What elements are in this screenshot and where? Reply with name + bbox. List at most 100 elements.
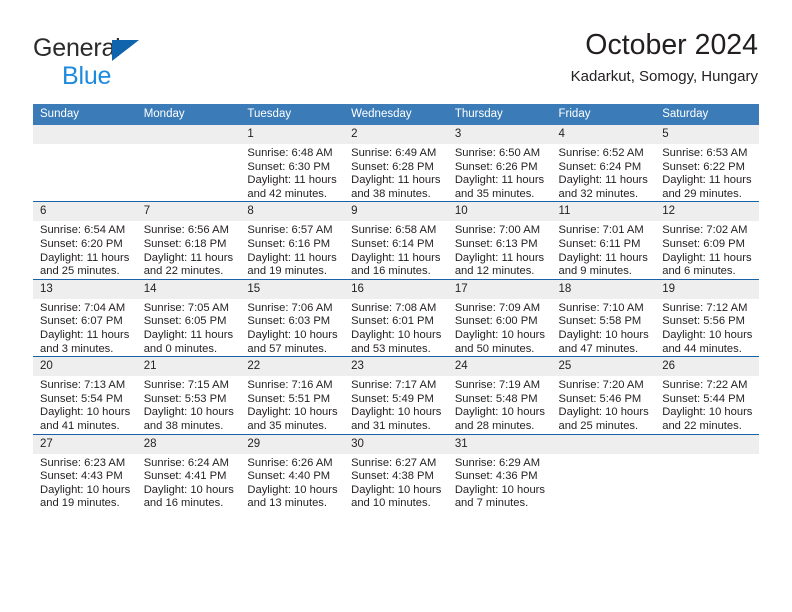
calendar-week-row: 13 Sunrise: 7:04 AM Sunset: 6:07 PM Dayligh… bbox=[33, 278, 759, 357]
sunset-text: Sunset: 6:18 PM bbox=[143, 237, 227, 250]
calendar-day-cell[interactable]: 30 Sunrise: 6:27 AM Sunset: 4:38 PM Dayligh… bbox=[344, 433, 448, 511]
calendar-day: 30 Sunrise: 6:27 AM Sunset: 4:38 PM Dayligh… bbox=[344, 434, 448, 511]
calendar-day-cell[interactable]: 8 Sunrise: 6:57 AM Sunset: 6:16 PM Daylight… bbox=[240, 201, 345, 280]
calendar-day-cell[interactable] bbox=[551, 433, 656, 511]
daylight-text: Daylight: 11 hours and 19 minutes. bbox=[247, 251, 337, 278]
sunrise-text: Sunrise: 6:24 AM bbox=[143, 456, 229, 469]
day-number: 20 bbox=[33, 357, 137, 377]
calendar-day-cell[interactable]: 28 Sunrise: 6:24 AM Sunset: 4:41 PM Dayligh… bbox=[136, 433, 241, 511]
calendar-day-cell[interactable]: 25 Sunrise: 7:20 AM Sunset: 5:46 PM Dayligh… bbox=[551, 356, 656, 434]
sunset-text: Sunset: 5:46 PM bbox=[558, 392, 642, 405]
sunrise-text: Sunrise: 7:05 AM bbox=[143, 301, 229, 314]
day-details: Sunrise: 6:23 AM Sunset: 4:43 PM Daylight:… bbox=[33, 454, 137, 511]
calendar-day-cell[interactable]: 3 Sunrise: 6:50 AM Sunset: 6:26 PM Daylight… bbox=[447, 125, 552, 202]
calendar-day-cell[interactable]: 13 Sunrise: 7:04 AM Sunset: 6:07 PM Dayligh… bbox=[33, 278, 137, 357]
daylight-text: Daylight: 10 hours and 41 minutes. bbox=[40, 406, 131, 432]
calendar-day-cell[interactable]: 20 Sunrise: 7:13 AM Sunset: 5:54 PM Dayligh… bbox=[33, 356, 137, 434]
weekday-header-monday: Monday bbox=[136, 104, 241, 125]
day-details: Sunrise: 7:20 AM Sunset: 5:46 PM Daylight:… bbox=[552, 376, 656, 433]
day-number: 3 bbox=[447, 125, 552, 144]
sunset-text: Sunset: 6:09 PM bbox=[662, 237, 745, 250]
calendar-day-cell[interactable] bbox=[655, 433, 759, 511]
sunset-text: Sunset: 5:49 PM bbox=[351, 392, 434, 405]
calendar-day-cell[interactable]: 24 Sunrise: 7:19 AM Sunset: 5:48 PM Dayligh… bbox=[447, 356, 552, 434]
day-details: Sunrise: 7:22 AM Sunset: 5:44 PM Daylight:… bbox=[655, 376, 759, 433]
sunset-text: Sunset: 6:11 PM bbox=[558, 237, 641, 250]
day-number bbox=[551, 434, 656, 454]
calendar-day-cell[interactable]: 2 Sunrise: 6:49 AM Sunset: 6:28 PM Daylight… bbox=[344, 125, 448, 202]
sunset-text: Sunset: 5:53 PM bbox=[143, 392, 227, 405]
calendar-day-cell[interactable]: 31 Sunrise: 6:29 AM Sunset: 4:36 PM Dayligh… bbox=[447, 433, 552, 511]
calendar-day-cell[interactable]: 17 Sunrise: 7:09 AM Sunset: 6:00 PM Dayligh… bbox=[447, 278, 552, 357]
sunset-text: Sunset: 4:38 PM bbox=[351, 470, 434, 483]
daylight-text: Daylight: 11 hours and 0 minutes. bbox=[143, 328, 234, 355]
calendar-day: 20 Sunrise: 7:13 AM Sunset: 5:54 PM Dayligh… bbox=[33, 357, 137, 434]
day-number: 23 bbox=[344, 357, 448, 377]
sunset-text: Sunset: 6:26 PM bbox=[454, 160, 538, 173]
sunset-text: Sunset: 6:00 PM bbox=[454, 315, 538, 328]
sunset-text: Sunset: 5:56 PM bbox=[662, 315, 745, 328]
calendar-day-cell[interactable]: 23 Sunrise: 7:17 AM Sunset: 5:49 PM Dayligh… bbox=[344, 356, 448, 434]
calendar-day-empty bbox=[33, 125, 137, 202]
sunset-text: Sunset: 5:54 PM bbox=[40, 392, 123, 405]
sunset-text: Sunset: 6:28 PM bbox=[351, 160, 434, 173]
day-number: 11 bbox=[551, 202, 656, 222]
sunrise-text: Sunrise: 6:27 AM bbox=[351, 456, 437, 469]
calendar-day-cell[interactable]: 5 Sunrise: 6:53 AM Sunset: 6:22 PM Daylight… bbox=[655, 125, 759, 202]
calendar-day-cell[interactable]: 18 Sunrise: 7:10 AM Sunset: 5:58 PM Dayligh… bbox=[551, 278, 656, 357]
day-number: 26 bbox=[655, 357, 759, 377]
calendar-week-row: 6 Sunrise: 6:54 AM Sunset: 6:20 PM Daylight… bbox=[33, 201, 759, 280]
sunrise-text: Sunrise: 7:01 AM bbox=[558, 224, 644, 237]
day-details: Sunrise: 7:17 AM Sunset: 5:49 PM Daylight:… bbox=[344, 376, 448, 433]
sunrise-text: Sunrise: 6:29 AM bbox=[454, 456, 541, 469]
day-details: Sunrise: 7:10 AM Sunset: 5:58 PM Daylight:… bbox=[552, 299, 656, 356]
day-number: 5 bbox=[655, 125, 759, 144]
day-number: 17 bbox=[447, 279, 552, 299]
day-details: Sunrise: 7:12 AM Sunset: 5:56 PM Daylight:… bbox=[655, 299, 759, 356]
calendar-day-cell[interactable]: 14 Sunrise: 7:05 AM Sunset: 6:05 PM Dayligh… bbox=[136, 278, 241, 357]
calendar-day-cell[interactable]: 29 Sunrise: 6:26 AM Sunset: 4:40 PM Dayligh… bbox=[240, 433, 345, 511]
day-number: 16 bbox=[344, 279, 448, 299]
day-details: Sunrise: 6:27 AM Sunset: 4:38 PM Daylight:… bbox=[344, 454, 448, 511]
calendar-day-cell[interactable]: 12 Sunrise: 7:02 AM Sunset: 6:09 PM Dayligh… bbox=[655, 201, 759, 280]
day-number: 27 bbox=[33, 434, 137, 454]
day-number: 6 bbox=[33, 202, 137, 222]
sunset-text: Sunset: 6:03 PM bbox=[247, 315, 331, 328]
calendar-day-cell[interactable]: 9 Sunrise: 6:58 AM Sunset: 6:14 PM Daylight… bbox=[344, 201, 448, 280]
sunset-text: Sunset: 6:13 PM bbox=[454, 237, 538, 250]
calendar-day-cell[interactable]: 16 Sunrise: 7:08 AM Sunset: 6:01 PM Dayligh… bbox=[344, 278, 448, 357]
weekday-header-saturday: Saturday bbox=[655, 104, 759, 125]
sunset-text: Sunset: 4:43 PM bbox=[40, 470, 123, 483]
day-number: 9 bbox=[344, 202, 448, 222]
calendar-day-cell[interactable]: 22 Sunrise: 7:16 AM Sunset: 5:51 PM Dayligh… bbox=[240, 356, 345, 434]
calendar-day-cell[interactable] bbox=[33, 125, 137, 202]
sunrise-text: Sunrise: 7:19 AM bbox=[454, 379, 541, 392]
calendar-day-cell[interactable]: 19 Sunrise: 7:12 AM Sunset: 5:56 PM Dayligh… bbox=[655, 278, 759, 357]
day-details: Sunrise: 6:53 AM Sunset: 6:22 PM Daylight:… bbox=[655, 144, 759, 201]
calendar-day: 24 Sunrise: 7:19 AM Sunset: 5:48 PM Dayligh… bbox=[447, 357, 552, 434]
day-number: 2 bbox=[344, 125, 448, 144]
daylight-text: Daylight: 10 hours and 13 minutes. bbox=[247, 483, 338, 510]
calendar-day-cell[interactable] bbox=[136, 125, 241, 202]
calendar-day-cell[interactable]: 27 Sunrise: 6:23 AM Sunset: 4:43 PM Dayligh… bbox=[33, 433, 137, 511]
calendar-day-cell[interactable]: 6 Sunrise: 6:54 AM Sunset: 6:20 PM Daylight… bbox=[33, 201, 137, 280]
calendar-day-cell[interactable]: 26 Sunrise: 7:22 AM Sunset: 5:44 PM Dayligh… bbox=[655, 356, 759, 434]
calendar-body: 1 Sunrise: 6:48 AM Sunset: 6:30 PM Daylight… bbox=[33, 125, 759, 511]
calendar-day-cell[interactable]: 7 Sunrise: 6:56 AM Sunset: 6:18 PM Daylight… bbox=[136, 201, 241, 280]
day-number: 28 bbox=[136, 434, 241, 454]
daylight-text: Daylight: 11 hours and 9 minutes. bbox=[558, 251, 648, 278]
calendar-day-cell[interactable]: 15 Sunrise: 7:06 AM Sunset: 6:03 PM Dayligh… bbox=[240, 278, 345, 357]
day-number: 10 bbox=[447, 202, 552, 222]
calendar-week-row: 20 Sunrise: 7:13 AM Sunset: 5:54 PM Dayligh… bbox=[33, 356, 759, 434]
calendar-day-cell[interactable]: 4 Sunrise: 6:52 AM Sunset: 6:24 PM Daylight… bbox=[551, 125, 656, 202]
calendar-day-cell[interactable]: 11 Sunrise: 7:01 AM Sunset: 6:11 PM Dayligh… bbox=[551, 201, 656, 280]
calendar-day-cell[interactable]: 1 Sunrise: 6:48 AM Sunset: 6:30 PM Daylight… bbox=[240, 125, 345, 202]
daylight-text: Daylight: 11 hours and 29 minutes. bbox=[662, 174, 752, 200]
calendar-day-cell[interactable]: 10 Sunrise: 7:00 AM Sunset: 6:13 PM Dayligh… bbox=[447, 201, 552, 280]
sunrise-text: Sunrise: 7:15 AM bbox=[143, 379, 229, 392]
day-number: 7 bbox=[136, 202, 241, 222]
daylight-text: Daylight: 10 hours and 19 minutes. bbox=[40, 483, 131, 510]
calendar-day-cell[interactable]: 21 Sunrise: 7:15 AM Sunset: 5:53 PM Dayligh… bbox=[136, 356, 241, 434]
sunset-text: Sunset: 5:51 PM bbox=[247, 392, 331, 405]
sunset-text: Sunset: 6:16 PM bbox=[247, 237, 331, 250]
